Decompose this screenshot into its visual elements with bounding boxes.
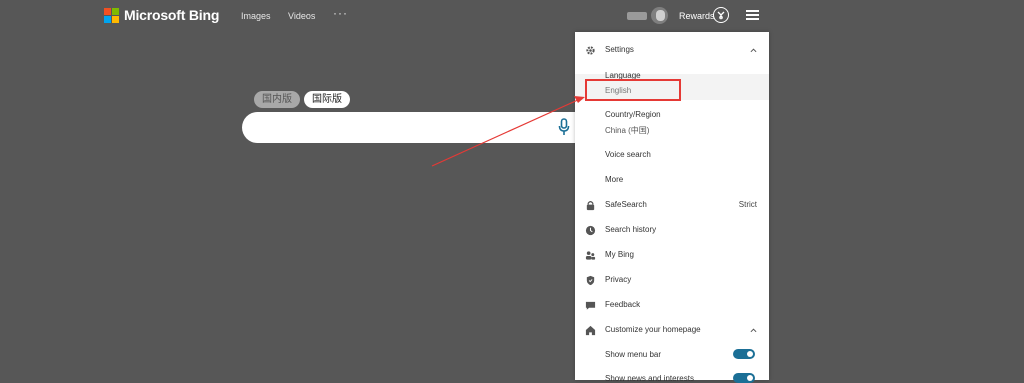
clock-icon bbox=[585, 225, 596, 236]
shield-icon bbox=[586, 275, 595, 286]
rewards-label[interactable]: Rewards bbox=[679, 11, 715, 21]
settings-label: Settings bbox=[605, 45, 634, 54]
more-label: More bbox=[605, 175, 624, 184]
avatar[interactable] bbox=[651, 7, 668, 24]
people-icon bbox=[585, 251, 596, 260]
nav-videos[interactable]: Videos bbox=[288, 11, 315, 21]
feedback-label: Feedback bbox=[605, 300, 641, 309]
annotation-arrow bbox=[431, 96, 585, 167]
lock-icon bbox=[586, 201, 595, 211]
nav-images[interactable]: Images bbox=[241, 11, 271, 21]
microsoft-logo-icon bbox=[104, 7, 119, 23]
country-label: Country/Region bbox=[605, 110, 661, 119]
market-china-button[interactable]: 国内版 bbox=[254, 91, 300, 108]
bing-logo[interactable]: Microsoft Bing bbox=[104, 7, 219, 23]
mic-icon[interactable] bbox=[558, 118, 570, 136]
gear-icon bbox=[586, 46, 595, 55]
profile-flag-icon[interactable] bbox=[627, 12, 647, 20]
hamburger-icon[interactable] bbox=[746, 10, 759, 20]
country-value: China (中国) bbox=[605, 126, 650, 135]
annotation-highlight-box bbox=[585, 79, 681, 101]
my-bing-label: My Bing bbox=[605, 250, 634, 259]
privacy-label: Privacy bbox=[605, 275, 632, 284]
brand-name: Microsoft Bing bbox=[124, 7, 220, 23]
chevron-up-icon[interactable] bbox=[750, 327, 757, 334]
show-menu-bar-toggle[interactable] bbox=[733, 349, 755, 359]
search-history-label: Search history bbox=[605, 225, 657, 234]
show-news-toggle[interactable] bbox=[733, 373, 755, 383]
safesearch-label: SafeSearch bbox=[605, 200, 647, 209]
search-input[interactable] bbox=[242, 112, 580, 143]
chat-icon bbox=[585, 301, 596, 310]
top-bar: Microsoft Bing Images Videos ··· Rewards bbox=[0, 0, 1024, 32]
chevron-up-icon[interactable] bbox=[750, 47, 757, 54]
nav-more[interactable]: ··· bbox=[333, 6, 348, 20]
voice-search-label: Voice search bbox=[605, 150, 651, 159]
customize-homepage-label: Customize your homepage bbox=[605, 325, 701, 334]
market-toggle: 国内版 国际版 bbox=[254, 91, 350, 108]
show-menu-bar-label: Show menu bar bbox=[605, 350, 662, 359]
market-international-button[interactable]: 国际版 bbox=[304, 91, 350, 108]
rewards-icon[interactable] bbox=[713, 7, 729, 23]
home-icon bbox=[585, 325, 596, 336]
show-news-label: Show news and interests bbox=[605, 374, 694, 383]
safesearch-value: Strict bbox=[738, 200, 757, 209]
